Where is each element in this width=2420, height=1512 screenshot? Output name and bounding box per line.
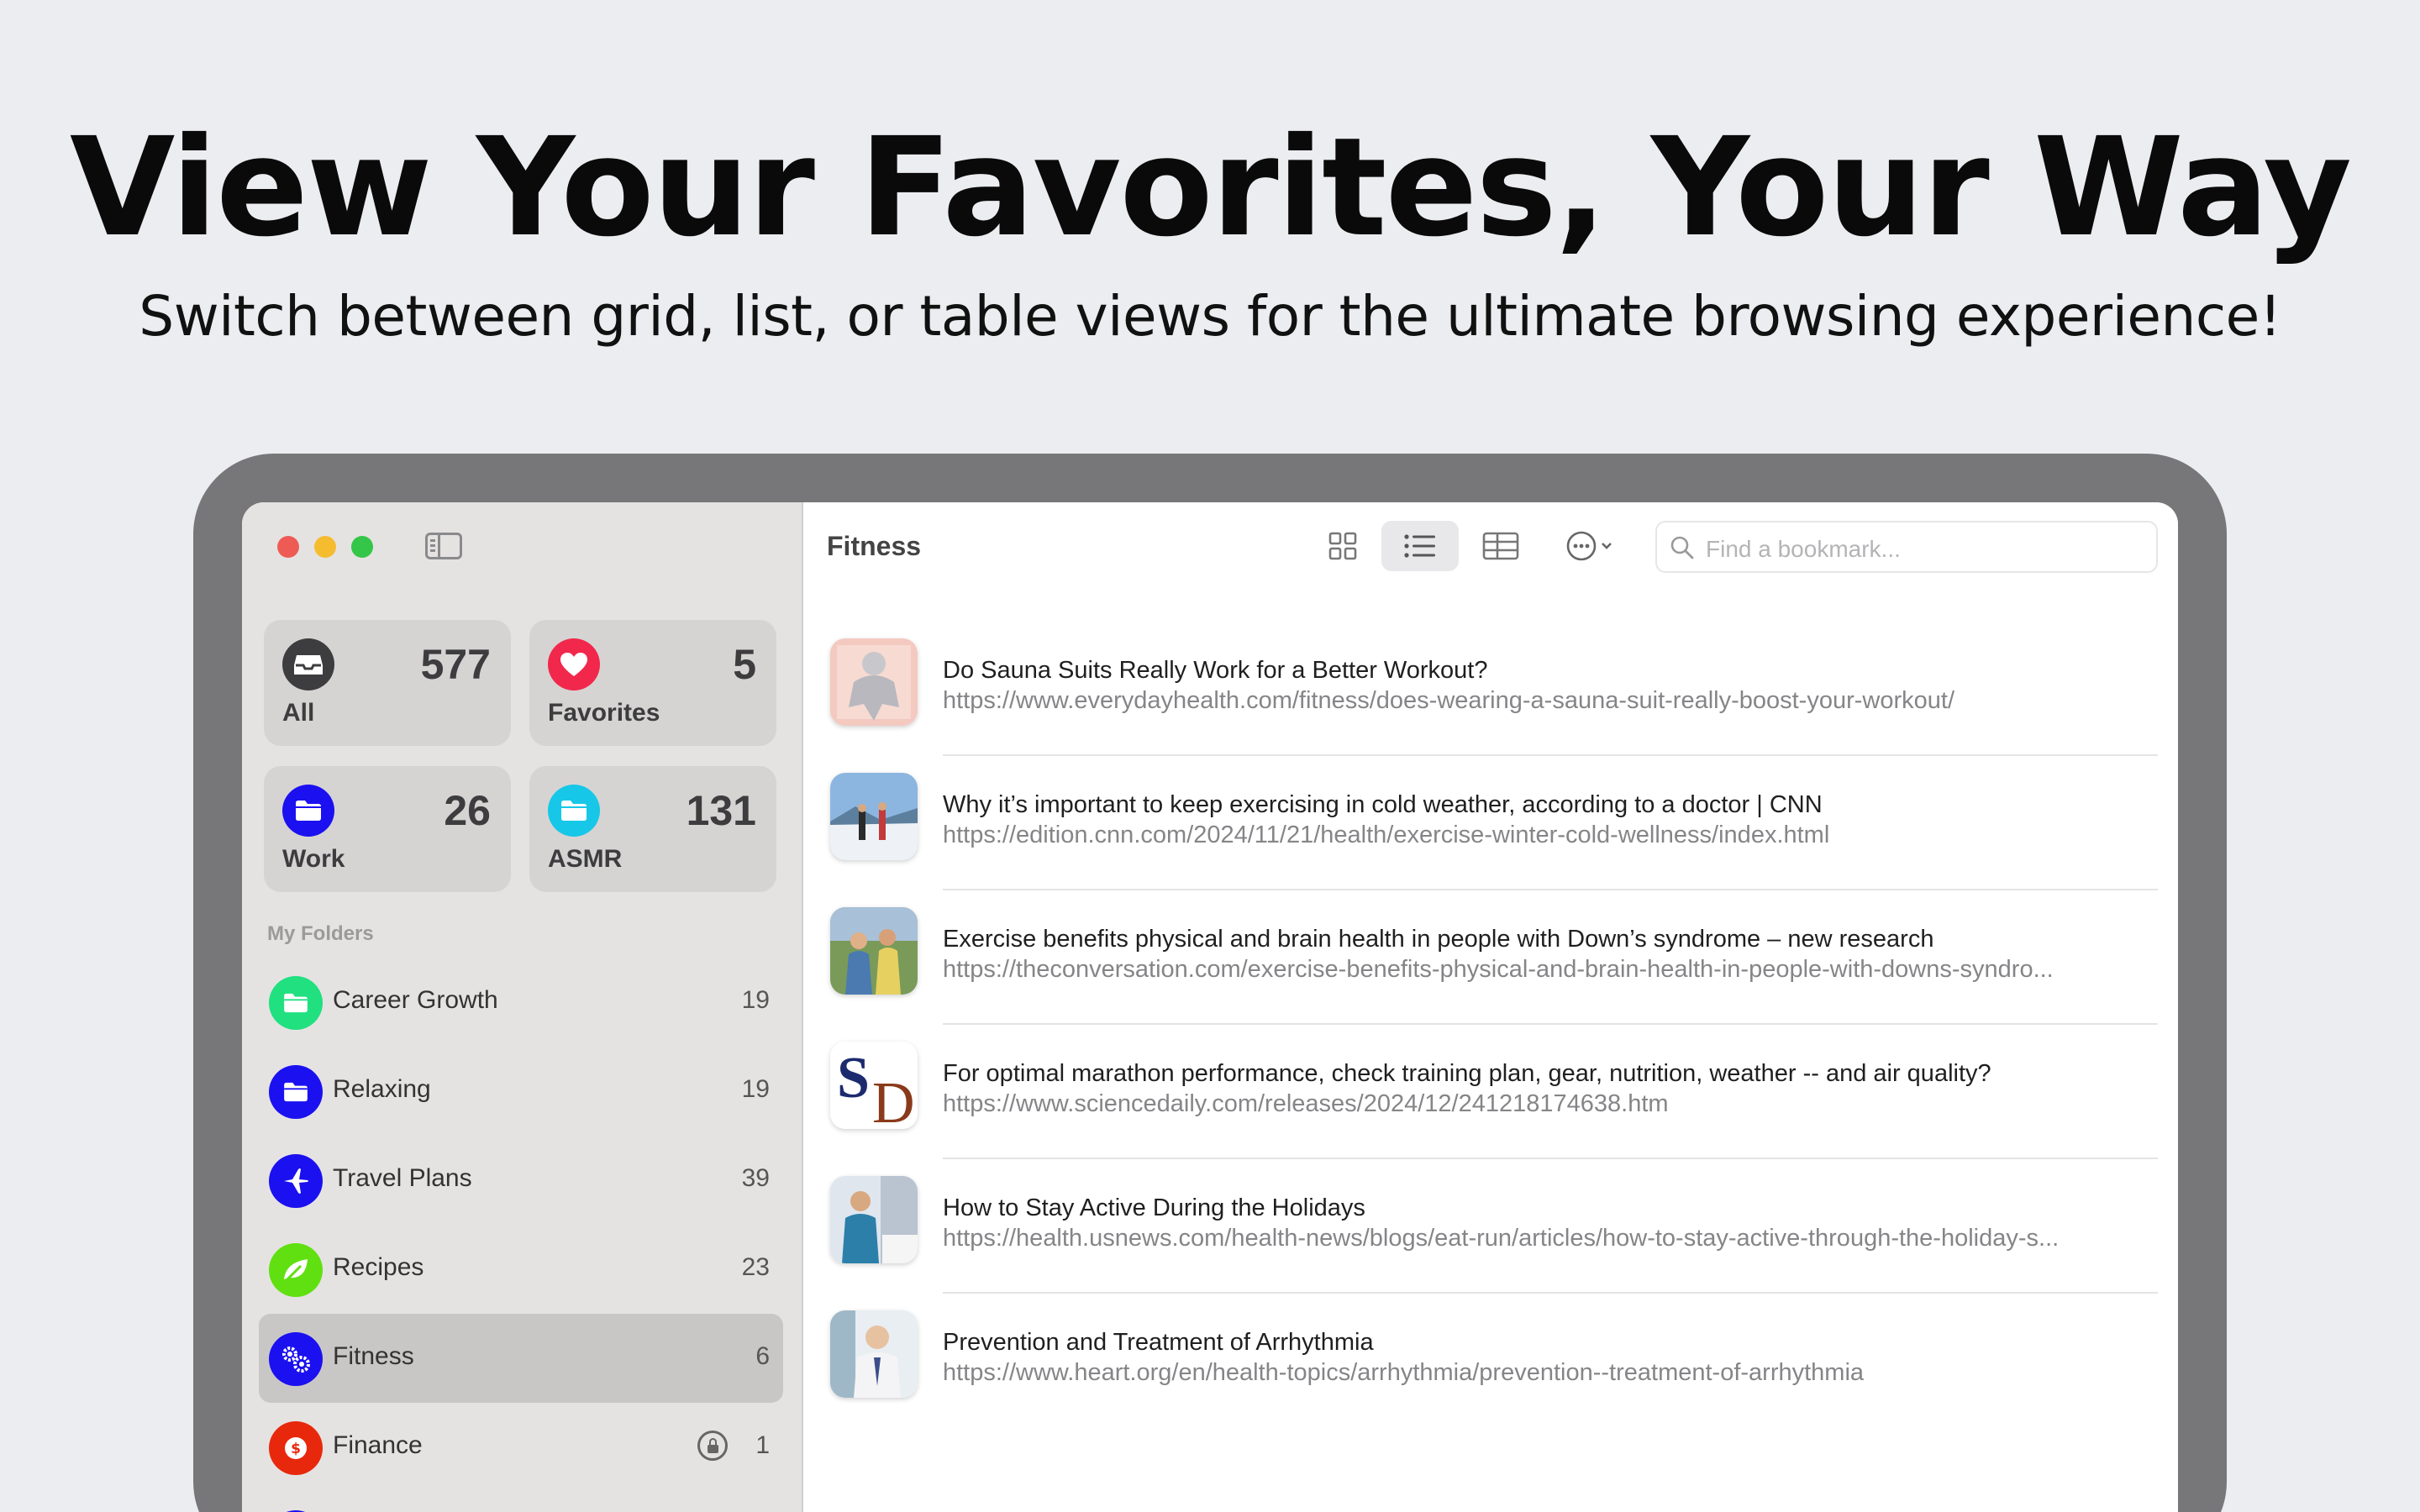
bookmark-title: Why it’s important to keep exercising in… (943, 791, 1823, 818)
folder-travel-plans[interactable]: Travel Plans 39 (259, 1136, 783, 1225)
bookmark-title: Prevention and Treatment of Arrhythmia (943, 1329, 1374, 1356)
bookmark-title: For optimal marathon performance, check … (943, 1060, 1991, 1087)
more-options-button[interactable] (1555, 521, 1632, 571)
svg-text:S: S (837, 1046, 870, 1110)
folder-count: 39 (741, 1164, 770, 1192)
page-title: Fitness (827, 531, 922, 561)
bookmark-thumbnail (830, 1310, 918, 1398)
bookmark-title: Do Sauna Suits Really Work for a Better … (943, 657, 1488, 684)
lock-icon (697, 1431, 728, 1461)
section-label-my-folders: My Folders (267, 922, 374, 945)
folder-recipes[interactable]: Recipes 23 (259, 1225, 783, 1314)
bookmark-row[interactable]: Do Sauna Suits Really Work for a Better … (830, 622, 2158, 756)
table-view-button[interactable] (1462, 521, 1539, 571)
zoom-window-button[interactable] (351, 536, 373, 558)
folder-finance[interactable]: $ Finance 1 (259, 1403, 783, 1492)
close-window-button[interactable] (277, 536, 299, 558)
tile-favorites[interactable]: 5 Favorites (529, 620, 776, 746)
bookmark-thumbnail (830, 1176, 918, 1263)
folder-label: Finance (333, 1431, 423, 1459)
tile-count: 131 (686, 787, 756, 834)
bookmark-row[interactable]: Why it’s important to keep exercising in… (830, 756, 2158, 890)
folder-icon (282, 785, 334, 837)
bookmark-url: https://theconversation.com/exercise-ben… (943, 956, 2054, 983)
ellipsis-circle-icon (1566, 531, 1612, 561)
bookmark-url: https://health.usnews.com/health-news/bl… (943, 1225, 2060, 1252)
bookmark-url: https://www.sciencedaily.com/releases/20… (943, 1090, 1669, 1117)
tile-label: All (282, 699, 315, 727)
svg-text:D: D (872, 1071, 915, 1129)
bookmark-row[interactable]: Exercise benefits physical and brain hea… (830, 890, 2158, 1025)
search-field[interactable]: Find a bookmark... (1655, 521, 2158, 573)
tile-count: 26 (444, 787, 491, 834)
gears-icon (269, 1332, 323, 1386)
inbox-icon (282, 638, 334, 690)
tile-label: Work (282, 845, 345, 873)
main-content: Fitness Find a bookmark... Do Sauna Suit… (805, 502, 2178, 1512)
bookmark-url: https://www.everydayhealth.com/fitness/d… (943, 687, 1955, 714)
bookmark-row[interactable]: Prevention and Treatment of Arrhythmia h… (830, 1294, 2158, 1428)
subheadline: Switch between grid, list, or table view… (139, 284, 2281, 349)
folder-relaxing[interactable]: Relaxing 19 (259, 1047, 783, 1136)
grid-view-button[interactable] (1304, 521, 1381, 571)
airplane-icon (269, 1154, 323, 1208)
svg-text:$: $ (291, 1441, 301, 1457)
list-view-button[interactable] (1381, 521, 1459, 571)
bookmark-url: https://edition.cnn.com/2024/11/21/healt… (943, 822, 1830, 848)
bookmark-thumbnail-sd-logo: S D (830, 1042, 918, 1129)
folder-label: Travel Plans (333, 1164, 472, 1192)
bookmark-row[interactable]: S D For optimal marathon performance, ch… (830, 1025, 2158, 1159)
bookmark-row[interactable]: How to Stay Active During the Holidays h… (830, 1159, 2158, 1294)
folder-next-partial[interactable] (259, 1492, 783, 1512)
folder-count: 1 (755, 1431, 770, 1459)
folder-label: Fitness (333, 1342, 414, 1370)
search-placeholder: Find a bookmark... (1706, 536, 1901, 562)
app-window: 577 All 5 Favorites 26 Work 131 ASMR My … (242, 502, 2178, 1512)
sidebar: 577 All 5 Favorites 26 Work 131 ASMR My … (242, 502, 803, 1512)
bookmark-url: https://www.heart.org/en/health-topics/a… (943, 1359, 1865, 1386)
grid-icon (1328, 532, 1357, 560)
folder-icon (269, 976, 323, 1030)
tile-label: Favorites (548, 699, 660, 727)
table-icon (1482, 532, 1519, 560)
minimize-window-button[interactable] (314, 536, 336, 558)
bookmark-thumbnail (830, 773, 918, 860)
folder-count: 19 (741, 986, 770, 1014)
tile-asmr[interactable]: 131 ASMR (529, 766, 776, 892)
bookmark-title: How to Stay Active During the Holidays (943, 1194, 1365, 1221)
folder-count: 23 (741, 1253, 770, 1281)
search-icon (1670, 536, 1694, 559)
dollar-icon: $ (269, 1421, 323, 1475)
tile-count: 577 (420, 641, 491, 688)
folder-count: 6 (755, 1342, 770, 1370)
folder-label: Relaxing (333, 1075, 431, 1103)
bookmark-thumbnail (830, 907, 918, 995)
list-icon (1404, 534, 1435, 558)
leaf-icon (269, 1243, 323, 1297)
folder-count: 19 (741, 1075, 770, 1103)
folder-career-growth[interactable]: Career Growth 19 (259, 958, 783, 1047)
sidebar-toggle-icon[interactable] (425, 533, 462, 559)
folder-icon (269, 1065, 323, 1119)
tile-count: 5 (733, 641, 756, 688)
folder-label: Recipes (333, 1253, 424, 1281)
heart-icon (548, 638, 600, 690)
folder-label: Career Growth (333, 986, 498, 1014)
headline: View Your Favorites, Your Way (69, 109, 2352, 267)
tile-label: ASMR (548, 845, 623, 873)
folder-fitness[interactable]: Fitness 6 (259, 1314, 783, 1403)
bookmark-thumbnail (830, 638, 918, 726)
folder-icon (548, 785, 600, 837)
bookmark-title: Exercise benefits physical and brain hea… (943, 926, 1934, 953)
tile-work[interactable]: 26 Work (264, 766, 511, 892)
tile-all[interactable]: 577 All (264, 620, 511, 746)
